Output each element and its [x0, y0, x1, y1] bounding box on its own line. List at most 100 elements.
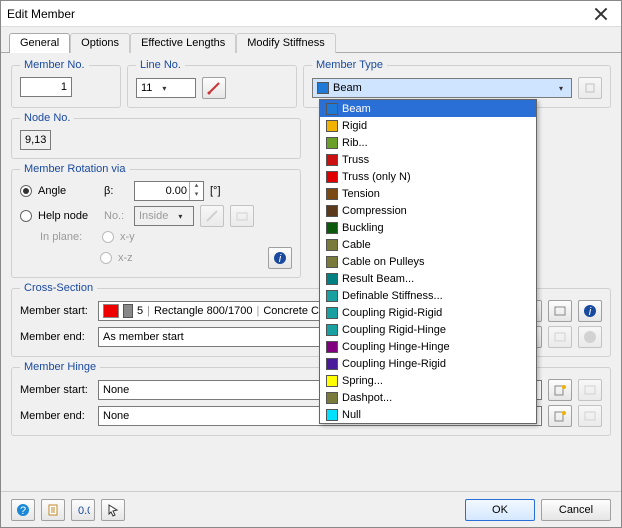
member-type-option[interactable]: Dashpot...: [320, 389, 536, 406]
units-button[interactable]: 0.00: [71, 499, 95, 521]
option-label: Coupling Hinge-Hinge: [342, 341, 450, 353]
color-swatch-icon: [326, 256, 338, 268]
new-node-button: [230, 205, 254, 227]
member-type-option[interactable]: Cable on Pulleys: [320, 253, 536, 270]
spin-down-icon[interactable]: ▾: [189, 191, 203, 200]
member-type-option[interactable]: Coupling Hinge-Rigid: [320, 355, 536, 372]
member-type-edit-button[interactable]: [578, 77, 602, 99]
new-icon: [553, 383, 567, 397]
svg-text:?: ?: [20, 505, 26, 517]
tab-body: Member No. 1 Line No. 11 ▾ Member Type: [1, 53, 621, 491]
pick-button[interactable]: [101, 499, 125, 521]
pick-line-button[interactable]: [202, 77, 226, 99]
color-swatch-icon: [326, 154, 338, 166]
option-label: Rib...: [342, 137, 368, 149]
cs-start-info-button[interactable]: i: [578, 300, 602, 322]
xy-label: x-x-yy: [120, 231, 135, 243]
pick-node-button: [200, 205, 224, 227]
gear-icon: [583, 81, 597, 95]
member-type-option[interactable]: Spring...: [320, 372, 536, 389]
edit-icon: [553, 304, 567, 318]
titlebar: Edit Member: [1, 1, 621, 27]
cs-start-edit-button[interactable]: [548, 300, 572, 322]
cancel-button[interactable]: Cancel: [541, 499, 611, 521]
option-label: Coupling Rigid-Rigid: [342, 307, 442, 319]
hinge-end-new-button[interactable]: [548, 405, 572, 427]
member-type-option[interactable]: Result Beam...: [320, 270, 536, 287]
chevron-down-icon: ▾: [156, 80, 172, 96]
member-type-legend: Member Type: [312, 59, 387, 71]
tab-modify-stiffness[interactable]: Modify Stiffness: [236, 33, 335, 53]
member-type-option[interactable]: Buckling: [320, 219, 536, 236]
hinge-start-label: Member start:: [20, 384, 92, 396]
member-type-option[interactable]: Null: [320, 406, 536, 423]
member-type-option[interactable]: Cable: [320, 236, 536, 253]
member-type-option[interactable]: Rib...: [320, 134, 536, 151]
cs-end-info-button: [578, 326, 602, 348]
node-no-legend: Node No.: [20, 112, 74, 124]
option-label: Spring...: [342, 375, 383, 387]
angle-spinner[interactable]: 0.00 ▴▾: [134, 181, 204, 201]
edit-icon: [583, 409, 597, 423]
member-type-option[interactable]: Coupling Rigid-Hinge: [320, 321, 536, 338]
info-icon: [583, 330, 597, 344]
member-type-option[interactable]: Truss (only N): [320, 168, 536, 185]
chevron-down-icon: ▾: [172, 208, 188, 224]
bottom-bar: ? 0.00 OK Cancel: [1, 491, 621, 527]
line-no-combo[interactable]: 11 ▾: [136, 78, 196, 98]
tab-options[interactable]: Options: [70, 33, 130, 53]
member-no-input[interactable]: 1: [20, 77, 72, 97]
help-icon: ?: [16, 503, 30, 517]
new-icon: [553, 409, 567, 423]
helpnode-radio[interactable]: [20, 210, 32, 222]
close-button[interactable]: [587, 4, 615, 24]
spin-up-icon[interactable]: ▴: [189, 182, 203, 191]
section-shape-icon: [123, 304, 133, 318]
color-swatch-icon: [326, 324, 338, 336]
option-label: Truss (only N): [342, 171, 411, 183]
member-type-option[interactable]: Rigid: [320, 117, 536, 134]
tab-effective-lengths[interactable]: Effective Lengths: [130, 33, 236, 53]
rotation-group: Member Rotation via Angle β: 0.00 ▴▾ [°]…: [11, 163, 301, 278]
color-swatch-icon: [326, 103, 338, 115]
option-label: Coupling Hinge-Rigid: [342, 358, 446, 370]
member-type-option[interactable]: Definable Stiffness...: [320, 287, 536, 304]
member-type-swatch: [317, 82, 329, 94]
cross-section-legend: Cross-Section: [20, 282, 97, 294]
member-type-option[interactable]: Coupling Rigid-Rigid: [320, 304, 536, 321]
document-icon: [46, 503, 60, 517]
units-icon: 0.00: [76, 503, 90, 517]
edit-icon: [553, 330, 567, 344]
beta-label: β:: [104, 185, 128, 197]
hinge-start-edit-button: [578, 379, 602, 401]
color-swatch-icon: [326, 239, 338, 251]
member-type-combo[interactable]: Beam ▾: [312, 78, 572, 98]
info-icon: i: [273, 251, 287, 265]
hinge-end-edit-button: [578, 405, 602, 427]
help-button[interactable]: ?: [11, 499, 35, 521]
option-label: Coupling Rigid-Hinge: [342, 324, 446, 336]
rotation-info-button[interactable]: i: [268, 247, 292, 269]
member-type-dropdown[interactable]: BeamRigid Rib... Truss Truss (only N) Tensio…: [319, 99, 537, 424]
angle-label: Angle: [38, 185, 98, 197]
pick-icon: [205, 209, 219, 223]
member-type-option[interactable]: Truss: [320, 151, 536, 168]
rotation-legend: Member Rotation via: [20, 163, 130, 175]
option-label: Truss: [342, 154, 369, 166]
report-button[interactable]: [41, 499, 65, 521]
option-label: Dashpot...: [342, 392, 392, 404]
angle-radio[interactable]: [20, 185, 32, 197]
helpnode-combo: Inside ▾: [134, 206, 194, 226]
member-type-option[interactable]: Beam: [320, 100, 536, 117]
color-swatch-icon: [326, 273, 338, 285]
member-type-option[interactable]: Compression: [320, 202, 536, 219]
cs-start-label: Member start:: [20, 305, 92, 317]
hinge-start-new-button[interactable]: [548, 379, 572, 401]
member-no-legend: Member No.: [20, 59, 89, 71]
pick-icon: [207, 81, 221, 95]
color-swatch-icon: [326, 171, 338, 183]
member-type-option[interactable]: Tension: [320, 185, 536, 202]
tab-general[interactable]: General: [9, 33, 70, 53]
member-type-option[interactable]: Coupling Hinge-Hinge: [320, 338, 536, 355]
ok-button[interactable]: OK: [465, 499, 535, 521]
